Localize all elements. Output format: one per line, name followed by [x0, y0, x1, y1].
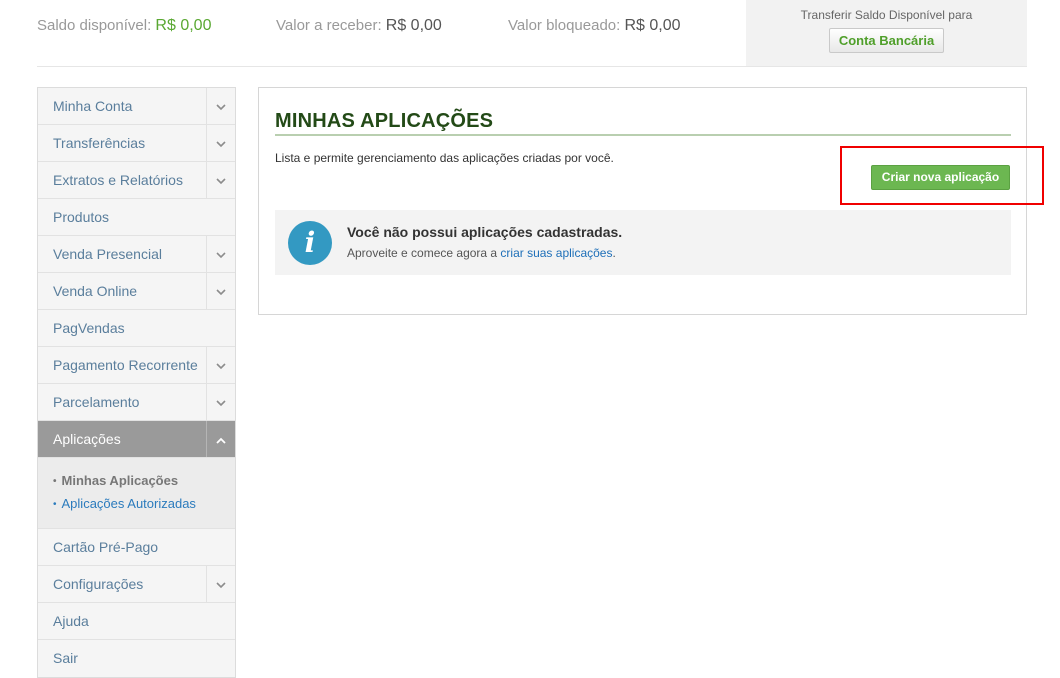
sidebar-item-parcelamento[interactable]: Parcelamento — [38, 384, 235, 421]
sidebar-item-label: Ajuda — [53, 613, 89, 629]
chevron-down-icon[interactable] — [206, 236, 235, 272]
sidebar-item-label: Cartão Pré-Pago — [53, 539, 159, 555]
balance-bar: Saldo disponível: R$ 0,00 Valor a recebe… — [37, 0, 1027, 67]
blocked-balance-value: R$ 0,00 — [624, 17, 681, 34]
sidebar-item-label: Configurações — [53, 576, 144, 592]
submenu-item[interactable]: • Aplicações Autorizadas — [53, 493, 235, 516]
sidebar-item-minha-conta[interactable]: Minha Conta — [38, 88, 235, 125]
sidebar-item-label: PagVendas — [53, 320, 125, 336]
empty-state-text-after: . — [612, 246, 616, 260]
available-balance-label: Saldo disponível: — [37, 17, 152, 34]
receivable-balance: Valor a receber: R$ 0,00 — [276, 17, 442, 35]
sidebar-item-aplicacoes[interactable]: Aplicações — [38, 421, 235, 458]
bank-account-button[interactable]: Conta Bancária — [828, 28, 945, 53]
chevron-down-icon[interactable] — [206, 566, 235, 602]
sidebar-item-label: Minha Conta — [53, 98, 133, 114]
available-balance-value: R$ 0,00 — [155, 17, 212, 34]
sidebar-item-produtos[interactable]: Produtos — [38, 199, 235, 236]
sidebar-item-pagamento-recorrente[interactable]: Pagamento Recorrente — [38, 347, 235, 384]
sidebar-item-cartao-pre-pago[interactable]: Cartão Pré-Pago — [38, 529, 235, 566]
sidebar-item-label: Aplicações — [53, 431, 121, 447]
sidebar-item-extratos-e-relatorios[interactable]: Extratos e Relatórios — [38, 162, 235, 199]
sidebar: Minha Conta Transferências Extratos e Rela… — [37, 87, 236, 678]
blocked-balance-label: Valor bloqueado: — [508, 17, 621, 34]
blocked-balance: Valor bloqueado: R$ 0,00 — [508, 17, 681, 35]
sidebar-item-label: Extratos e Relatórios — [53, 172, 183, 188]
sidebar-item-label: Venda Presencial — [53, 246, 162, 262]
chevron-down-icon[interactable] — [206, 384, 235, 420]
title-divider — [275, 134, 1011, 136]
receivable-balance-value: R$ 0,00 — [385, 17, 442, 34]
transfer-label: Transferir Saldo Disponível para — [800, 8, 973, 22]
applications-panel: MINHAS APLICAÇÕES Lista e permite gerenc… — [258, 87, 1044, 315]
chevron-down-icon[interactable] — [206, 125, 235, 161]
sidebar-submenu: • Minhas Aplicações • Aplicações Autorizada… — [38, 458, 235, 529]
receivable-balance-label: Valor a receber: — [276, 17, 382, 34]
chevron-down-icon[interactable] — [206, 273, 235, 309]
submenu-item-label: Aplicações Autorizadas — [61, 496, 196, 511]
page-description: Lista e permite gerenciamento das aplica… — [275, 151, 614, 165]
submenu-item[interactable]: • Minhas Aplicações — [53, 470, 235, 493]
sidebar-item-label: Venda Online — [53, 283, 138, 299]
sidebar-item-pagvendas[interactable]: PagVendas — [38, 310, 235, 347]
create-application-button[interactable]: Criar nova aplicação — [871, 165, 1010, 190]
empty-state-text-before: Aproveite e comece agora a — [347, 246, 501, 260]
submenu-item-label: Minhas Aplicações — [61, 473, 179, 488]
page-title: MINHAS APLICAÇÕES — [275, 110, 494, 132]
create-applications-link[interactable]: criar suas aplicações — [500, 246, 612, 260]
sidebar-item-transferencias[interactable]: Transferências — [38, 125, 235, 162]
sidebar-item-ajuda[interactable]: Ajuda — [38, 603, 235, 640]
chevron-down-icon[interactable] — [206, 162, 235, 198]
sidebar-item-sair[interactable]: Sair — [38, 640, 235, 677]
sidebar-item-label: Pagamento Recorrente — [53, 357, 198, 373]
chevron-down-icon[interactable] — [206, 88, 235, 124]
sidebar-item-label: Produtos — [53, 209, 110, 225]
sidebar-item-configuracoes[interactable]: Configurações — [38, 566, 235, 603]
sidebar-item-label: Sair — [53, 650, 78, 666]
transfer-panel: Transferir Saldo Disponível para Conta B… — [746, 0, 1027, 66]
chevron-up-icon[interactable] — [206, 421, 235, 457]
sidebar-item-label: Parcelamento — [53, 394, 140, 410]
empty-state-text: Aproveite e comece agora a criar suas ap… — [347, 246, 616, 260]
chevron-down-icon[interactable] — [206, 347, 235, 383]
bullet-icon: • — [53, 499, 57, 510]
available-balance: Saldo disponível: R$ 0,00 — [37, 17, 211, 35]
sidebar-item-venda-presencial[interactable]: Venda Presencial — [38, 236, 235, 273]
info-icon: i — [288, 221, 332, 265]
sidebar-item-label: Transferências — [53, 135, 146, 151]
bullet-icon: • — [53, 476, 57, 487]
sidebar-item-venda-online[interactable]: Venda Online — [38, 273, 235, 310]
empty-state-box: i Você não possui aplicações cadastradas… — [275, 210, 1011, 275]
empty-state-title: Você não possui aplicações cadastradas. — [347, 224, 623, 240]
